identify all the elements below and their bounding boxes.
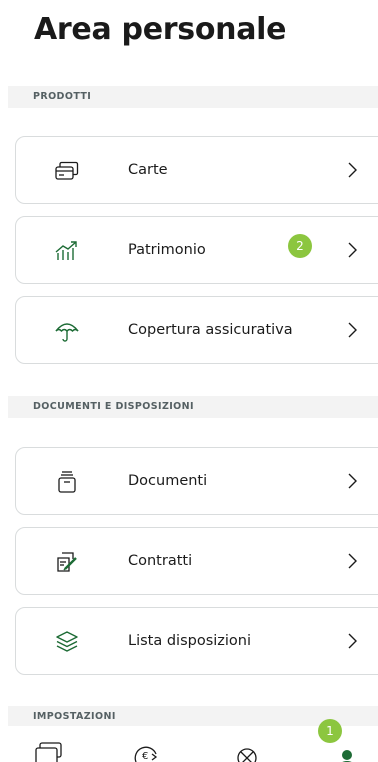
chevron-right-icon [346, 320, 358, 340]
menu-item-label: Copertura assicurativa [128, 322, 293, 338]
nav-notification-badge: 1 [318, 719, 342, 743]
nav-euro-transfer-icon[interactable]: € [130, 740, 164, 762]
nav-tools-icon[interactable] [230, 740, 264, 762]
contract-sign-icon [54, 550, 80, 574]
section-header-prodotti: PRODOTTI [8, 86, 378, 108]
menu-item-lista-disposizioni[interactable]: Lista disposizioni [15, 607, 378, 675]
notification-badge: 2 [288, 234, 312, 258]
menu-item-patrimonio[interactable]: Patrimonio 2 [15, 216, 378, 284]
layers-icon [54, 630, 80, 654]
menu-item-documenti[interactable]: Documenti [15, 447, 378, 515]
menu-item-label: Patrimonio [128, 242, 206, 258]
nav-profile-icon[interactable] [330, 740, 364, 762]
document-archive-icon [54, 470, 80, 494]
umbrella-icon [54, 319, 80, 343]
page-title: Area personale [34, 12, 287, 47]
menu-item-label: Lista disposizioni [128, 633, 252, 649]
svg-text:€: € [142, 751, 148, 762]
menu-item-label: Contratti [128, 553, 193, 569]
chevron-right-icon [346, 160, 358, 180]
nav-cards-icon[interactable] [32, 740, 66, 762]
menu-item-label: Documenti [128, 473, 208, 489]
menu-item-contratti[interactable]: Contratti [15, 527, 378, 595]
growth-chart-icon [54, 239, 80, 263]
chevron-right-icon [346, 240, 358, 260]
menu-item-copertura-assicurativa[interactable]: Copertura assicurativa [15, 296, 378, 364]
cards-icon [54, 159, 80, 183]
chevron-right-icon [346, 551, 358, 571]
menu-item-carte[interactable]: Carte [15, 136, 378, 204]
menu-item-label: Carte [128, 162, 168, 178]
section-header-documenti: DOCUMENTI E DISPOSIZIONI [8, 396, 378, 418]
chevron-right-icon [346, 471, 358, 491]
chevron-right-icon [346, 631, 358, 651]
